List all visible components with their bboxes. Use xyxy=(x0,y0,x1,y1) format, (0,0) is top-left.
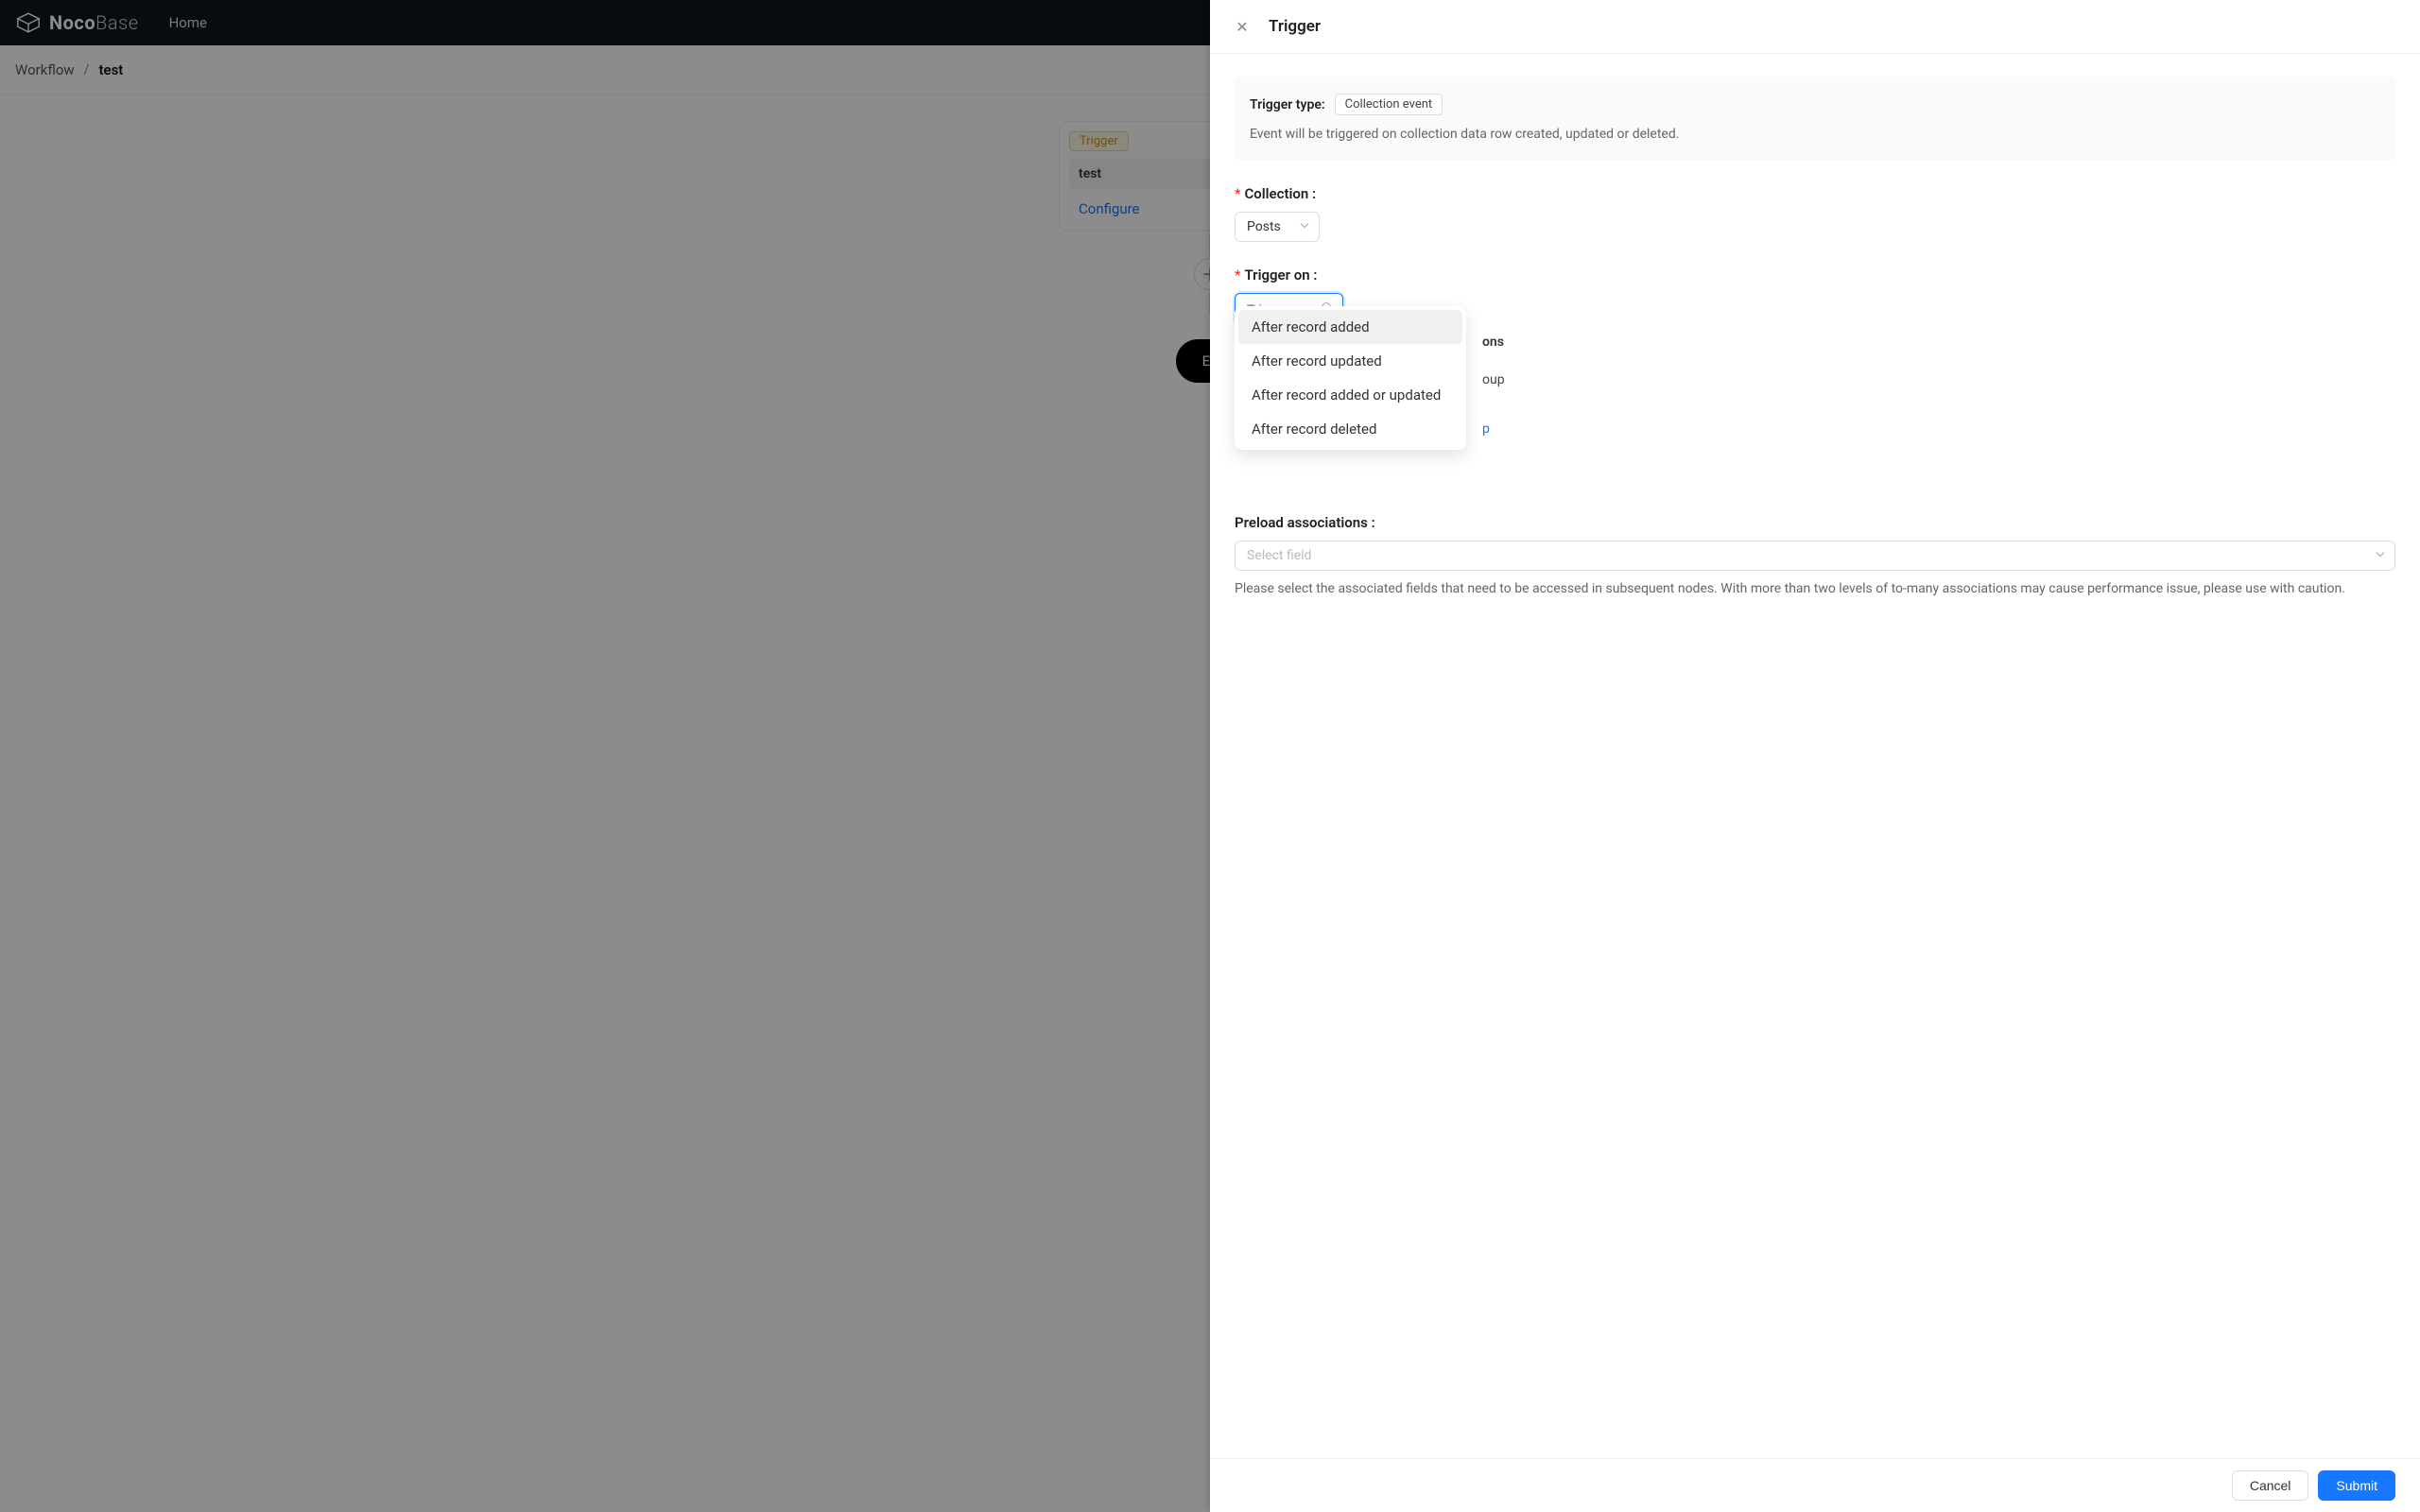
trigger-on-dropdown: After record added After record updated … xyxy=(1235,306,1466,450)
drawer-header: ✕ Trigger xyxy=(1210,0,2420,54)
preload-placeholder: Select field xyxy=(1247,548,1311,563)
trigger-on-option[interactable]: After record added xyxy=(1238,310,1462,344)
close-icon: ✕ xyxy=(1236,18,1248,36)
preload-associations-select[interactable]: Select field xyxy=(1235,541,2395,571)
trigger-on-label: *Trigger on : xyxy=(1235,266,2395,284)
collection-selected-value: Posts xyxy=(1247,219,1281,234)
trigger-type-value: Collection event xyxy=(1335,94,1443,115)
trigger-on-option[interactable]: After record updated xyxy=(1238,344,1462,378)
drawer-title: Trigger xyxy=(1269,17,1321,36)
close-button[interactable]: ✕ xyxy=(1231,15,1253,38)
trigger-info-block: Trigger type: Collection event Event wil… xyxy=(1235,77,2395,161)
cancel-button[interactable]: Cancel xyxy=(2232,1470,2309,1501)
trigger-on-option[interactable]: After record deleted xyxy=(1238,412,1462,446)
trigger-on-field: *Trigger on : ons oup p After record add… xyxy=(1235,266,2395,325)
drawer-footer: Cancel Submit xyxy=(1210,1458,2420,1512)
trigger-type-label: Trigger type: xyxy=(1250,97,1325,112)
preload-associations-field: Preload associations : Select field Plea… xyxy=(1235,514,2395,599)
preload-associations-label: Preload associations : xyxy=(1235,514,2395,531)
trigger-drawer: ✕ Trigger Trigger type: Collection event… xyxy=(1210,0,2420,1512)
collection-select[interactable]: Posts xyxy=(1235,212,1320,242)
trigger-on-option[interactable]: After record added or updated xyxy=(1238,378,1462,412)
obscured-label-fragment: ons xyxy=(1482,335,1504,350)
obscured-text-fragment: oup xyxy=(1482,372,1505,387)
collection-label: *Collection : xyxy=(1235,185,2395,202)
trigger-type-description: Event will be triggered on collection da… xyxy=(1250,127,2380,142)
collection-field: *Collection : Posts xyxy=(1235,185,2395,242)
drawer-body: Trigger type: Collection event Event wil… xyxy=(1210,54,2420,1458)
submit-button[interactable]: Submit xyxy=(2318,1470,2395,1501)
preload-help-text: Please select the associated fields that… xyxy=(1235,578,2395,599)
chevron-down-icon xyxy=(2376,550,2385,562)
obscured-link-fragment[interactable]: p xyxy=(1482,421,1490,437)
chevron-down-icon xyxy=(1300,221,1309,233)
